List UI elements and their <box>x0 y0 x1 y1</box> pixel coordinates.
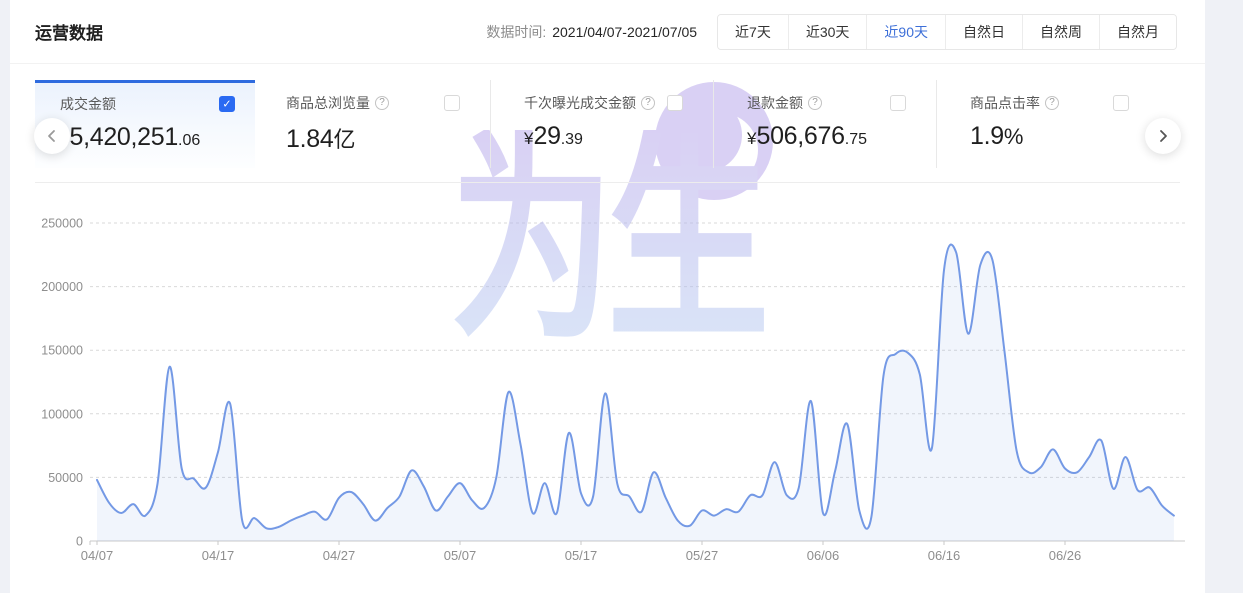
metric-value: ¥29.39 <box>524 122 683 151</box>
header-right: 数据时间:2021/04/07-2021/07/05 近7天近30天近90天自然… <box>486 14 1177 50</box>
metric-value-unit: 亿 <box>333 127 355 152</box>
x-axis-label: 06/26 <box>1049 548 1082 563</box>
y-axis-label: 250000 <box>41 217 83 231</box>
metric-value-decimals: .39 <box>561 131 583 148</box>
metric-label: 商品总浏览量 <box>286 93 370 113</box>
metric-card-top: 商品点击率 ? <box>970 93 1129 113</box>
header: 运营数据 数据时间: 2021/04/07-2021/07/05 近7天近30天近… <box>10 0 1205 64</box>
metric-value-main: 1.9 <box>970 122 1004 150</box>
metric-cards-row: 成交金额 ✓ ¥5,420,251.06 商品总浏览量 ? 1.84亿 千次曝光… <box>35 80 1180 183</box>
metric-value: 1.9% <box>970 122 1129 151</box>
metric-checkbox[interactable] <box>667 95 683 111</box>
prev-metrics-button[interactable] <box>34 118 70 154</box>
x-axis-label: 04/07 <box>81 548 114 563</box>
help-icon[interactable]: ? <box>641 96 655 110</box>
data-time: 数据时间: 2021/04/07-2021/07/05 <box>486 22 697 42</box>
metric-card-0[interactable]: 成交金额 ✓ ¥5,420,251.06 <box>35 80 255 168</box>
x-axis-label: 06/06 <box>807 548 840 563</box>
range-button-5[interactable]: 自然月 <box>1099 15 1176 49</box>
y-axis-label: 200000 <box>41 280 83 294</box>
help-icon[interactable]: ? <box>375 96 389 110</box>
help-icon[interactable]: ? <box>1045 96 1059 110</box>
range-button-3[interactable]: 自然日 <box>945 15 1022 49</box>
metric-label: 商品点击率 <box>970 93 1040 113</box>
range-button-2[interactable]: 近90天 <box>866 15 945 49</box>
x-axis-label: 05/17 <box>565 548 598 563</box>
metric-card-1[interactable]: 商品总浏览量 ? 1.84亿 <box>255 80 490 168</box>
series-area-fill <box>97 245 1174 541</box>
metric-card-top: 退款金额 ? <box>747 93 906 113</box>
metric-card-top: 成交金额 ✓ <box>60 94 235 114</box>
y-axis-label: 100000 <box>41 407 83 421</box>
y-axis-label: 150000 <box>41 344 83 358</box>
metric-checkbox[interactable] <box>444 95 460 111</box>
metric-card-4[interactable]: 商品点击率 ? 1.9% <box>936 80 1159 168</box>
range-button-0[interactable]: 近7天 <box>718 15 788 49</box>
metric-cards: 成交金额 ✓ ¥5,420,251.06 商品总浏览量 ? 1.84亿 千次曝光… <box>35 80 1180 168</box>
metric-value-main: 5,420,251 <box>69 123 178 151</box>
check-icon: ✓ <box>222 97 231 110</box>
metric-value-unit: % <box>1004 124 1024 149</box>
page-title: 运营数据 <box>35 19 103 44</box>
range-button-4[interactable]: 自然周 <box>1022 15 1099 49</box>
metric-card-top: 商品总浏览量 ? <box>286 93 460 113</box>
chevron-right-icon <box>1156 129 1170 143</box>
range-button-1[interactable]: 近30天 <box>788 15 867 49</box>
metric-card-2[interactable]: 千次曝光成交金额 ? ¥29.39 <box>490 80 713 168</box>
x-axis-label: 05/27 <box>686 548 719 563</box>
chevron-left-icon <box>45 129 59 143</box>
next-metrics-button[interactable] <box>1145 118 1181 154</box>
metric-checkbox[interactable]: ✓ <box>219 96 235 112</box>
metric-card-3[interactable]: 退款金额 ? ¥506,676.75 <box>713 80 936 168</box>
metric-value: ¥5,420,251.06 <box>60 123 235 152</box>
x-axis-label: 04/27 <box>323 548 356 563</box>
metric-value: 1.84亿 <box>286 122 460 154</box>
metric-label: 成交金额 <box>60 94 116 114</box>
help-icon[interactable]: ? <box>808 96 822 110</box>
metric-label: 退款金额 <box>747 93 803 113</box>
operations-data-panel: 运营数据 数据时间: 2021/04/07-2021/07/05 近7天近30天近… <box>10 0 1205 593</box>
metric-value-decimals: .75 <box>845 131 867 148</box>
x-axis-label: 05/07 <box>444 548 477 563</box>
metric-checkbox[interactable] <box>890 95 906 111</box>
metric-value-main: 29 <box>533 122 560 150</box>
data-time-range: 2021/04/07-2021/07/05 <box>552 24 697 40</box>
date-range-button-group: 近7天近30天近90天自然日自然周自然月 <box>717 14 1177 50</box>
y-axis-label: 0 <box>76 535 83 549</box>
metric-value-decimals: .06 <box>178 132 200 149</box>
metric-checkbox[interactable] <box>1113 95 1129 111</box>
metric-value-main: 506,676 <box>756 122 844 150</box>
metric-card-top: 千次曝光成交金额 ? <box>524 93 683 113</box>
trend-line-chart[interactable]: 0 50000 100000 150000 200000 250000 04/07 04/17… <box>35 195 1185 580</box>
metric-value: ¥506,676.75 <box>747 122 906 151</box>
x-axis-label: 04/17 <box>202 548 235 563</box>
data-time-label: 数据时间: <box>486 24 546 40</box>
x-axis-label: 06/16 <box>928 548 961 563</box>
metric-value-main: 1.84 <box>286 125 333 153</box>
y-axis-label: 50000 <box>48 471 83 485</box>
metric-label: 千次曝光成交金额 <box>524 93 636 113</box>
